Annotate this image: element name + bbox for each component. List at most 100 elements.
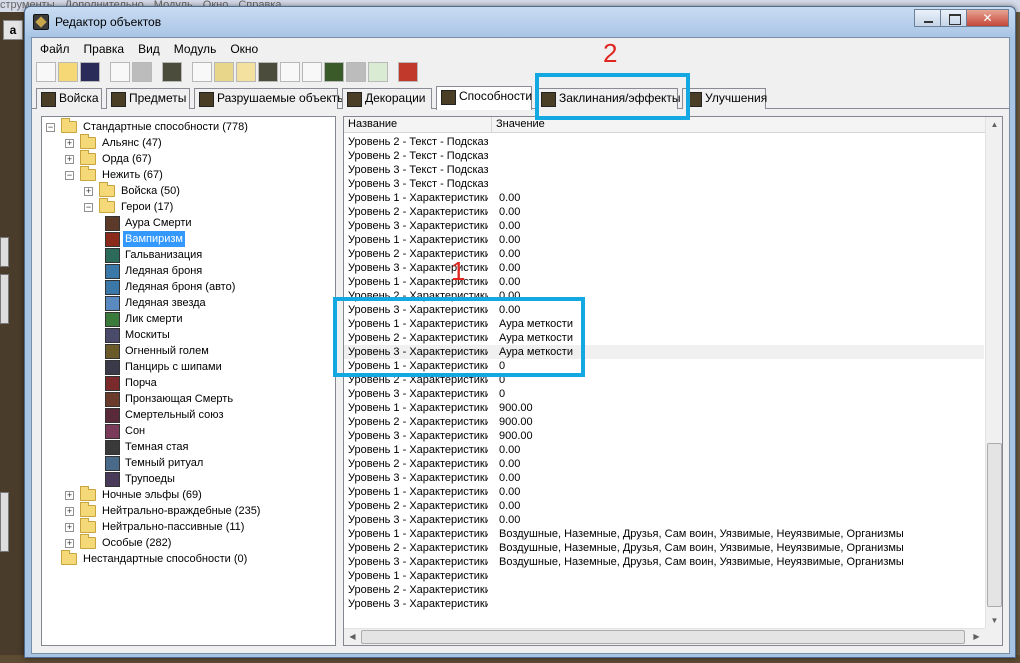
property-row[interactable]: Уровень 1 - Характеристики 0.00 xyxy=(344,485,984,499)
scroll-left-icon[interactable]: ◀ xyxy=(345,629,360,645)
close-button[interactable]: ✕ xyxy=(966,9,1009,27)
property-row[interactable]: Уровень 2 - Текст - Подсказка xyxy=(344,135,984,149)
tab[interactable]: Улучшения xyxy=(682,88,767,109)
tree-item[interactable]: Москиты xyxy=(42,327,332,343)
property-row[interactable]: Уровень 1 - Характеристики xyxy=(344,569,984,583)
tab[interactable]: Предметы xyxy=(106,88,190,109)
new-file-icon[interactable] xyxy=(36,62,56,82)
property-row[interactable]: Уровень 3 - Характеристики Воздушные, Наз… xyxy=(344,555,984,569)
property-row[interactable]: Уровень 2 - Характеристики 0.00 xyxy=(344,499,984,513)
tree-item[interactable]: Вампиризм xyxy=(42,231,332,247)
menu-item[interactable]: Правка xyxy=(76,38,131,58)
tree-item[interactable]: Сон xyxy=(42,423,332,439)
copy-icon[interactable] xyxy=(110,62,130,82)
scroll-right-icon[interactable]: ▶ xyxy=(969,629,984,645)
property-row[interactable]: Уровень 1 - Характеристики 0.00 xyxy=(344,191,984,205)
save-icon[interactable] xyxy=(80,62,100,82)
menu-item[interactable]: Вид xyxy=(130,38,166,58)
property-row[interactable]: Уровень 2 - Характеристики 0.00 xyxy=(344,205,984,219)
expand-icon[interactable]: + xyxy=(65,539,74,548)
property-row[interactable]: Уровень 2 - Характеристики xyxy=(344,583,984,597)
horizontal-scrollbar[interactable]: ◀ ▶ xyxy=(344,628,985,645)
terrain-icon[interactable] xyxy=(162,62,182,82)
collapse-icon[interactable]: − xyxy=(46,123,55,132)
menu-item[interactable]: Модуль xyxy=(166,38,223,58)
property-row[interactable]: Уровень 3 - Характеристики 0.00 xyxy=(344,471,984,485)
object-icon[interactable] xyxy=(346,62,366,82)
tree-item[interactable]: Лик смерти xyxy=(42,311,332,327)
property-row[interactable]: Уровень 3 - Текст - Подсказка xyxy=(344,177,984,191)
tab[interactable]: Декорации xyxy=(342,88,432,109)
expand-icon[interactable]: + xyxy=(84,187,93,196)
property-row[interactable]: Уровень 2 - Характеристики 0.00 xyxy=(344,247,984,261)
tree-item[interactable]: + Альянс (47) xyxy=(42,134,332,151)
collapse-icon[interactable]: − xyxy=(65,171,74,180)
property-row[interactable]: Уровень 2 - Текст - Подсказка xyxy=(344,149,984,163)
ability-tree[interactable]: − Стандартные способности (778) + Альянс (4… xyxy=(41,116,336,646)
title-bar[interactable]: Редактор объектов ✕ xyxy=(25,7,1015,37)
property-row[interactable]: Уровень 1 - Характеристики 0.00 xyxy=(344,233,984,247)
minimize-button[interactable] xyxy=(914,9,941,27)
tree-item[interactable]: Темная стая xyxy=(42,439,332,455)
property-row[interactable]: Уровень 3 - Характеристики 900.00 xyxy=(344,429,984,443)
tree-item[interactable]: − Стандартные способности (778) xyxy=(42,118,332,135)
tab[interactable]: Войска xyxy=(36,88,102,109)
tree-item[interactable]: + Орда (67) xyxy=(42,150,332,167)
expand-icon[interactable]: + xyxy=(65,523,74,532)
property-row[interactable]: Уровень 2 - Характеристики Воздушные, Наз… xyxy=(344,541,984,555)
expand-icon[interactable]: + xyxy=(65,507,74,516)
tree-item[interactable]: − Герои (17) xyxy=(42,198,332,215)
import-icon[interactable] xyxy=(324,62,344,82)
tree-item[interactable]: − Нежить (67) xyxy=(42,166,332,183)
collapse-icon[interactable]: − xyxy=(84,203,93,212)
property-grid[interactable]: Название Значение Уровень 2 - Текст - По… xyxy=(343,116,1003,646)
property-row[interactable]: Уровень 2 - Характеристики 900.00 xyxy=(344,415,984,429)
property-row[interactable]: Уровень 1 - Характеристики 0.00 xyxy=(344,443,984,457)
tree-item[interactable]: + Нейтрально-враждебные (235) xyxy=(42,502,332,519)
tree-item[interactable]: Темный ритуал xyxy=(42,455,332,471)
test-map-icon[interactable] xyxy=(368,62,388,82)
property-row[interactable]: Уровень 3 - Характеристики 0.00 xyxy=(344,219,984,233)
host-button[interactable]: a xyxy=(3,20,23,40)
scroll-up-icon[interactable]: ▲ xyxy=(987,117,1002,133)
maximize-button[interactable] xyxy=(940,9,967,27)
sound-icon[interactable] xyxy=(236,62,256,82)
property-row[interactable]: Уровень 3 - Характеристики xyxy=(344,597,984,611)
vertical-scrollbar[interactable]: ▲ ▼ xyxy=(985,117,1002,629)
tab[interactable]: Разрушаемые объекты xyxy=(194,88,346,109)
scroll-down-icon[interactable]: ▼ xyxy=(987,613,1002,629)
edit-icon[interactable] xyxy=(398,62,418,82)
column-header-name[interactable]: Название xyxy=(344,117,492,133)
tree-item[interactable]: Ледяная звезда xyxy=(42,295,332,311)
keyboard-icon[interactable] xyxy=(280,62,300,82)
open-folder-icon[interactable] xyxy=(58,62,78,82)
property-row[interactable]: Уровень 3 - Характеристики 0.00 xyxy=(344,513,984,527)
expand-icon[interactable]: + xyxy=(65,155,74,164)
tree-item[interactable]: Нестандартные способности (0) xyxy=(42,550,332,567)
paste-icon[interactable] xyxy=(132,62,152,82)
property-row[interactable]: Уровень 1 - Характеристики Воздушные, Наз… xyxy=(344,527,984,541)
text-a-icon[interactable] xyxy=(214,62,234,82)
tree-item[interactable]: Ледяная броня (авто) xyxy=(42,279,332,295)
tab[interactable]: Способности xyxy=(436,86,532,110)
menu-item[interactable]: Файл xyxy=(32,38,76,58)
expand-icon[interactable]: + xyxy=(65,139,74,148)
tree-item[interactable]: + Особые (282) xyxy=(42,534,332,551)
property-row[interactable]: Уровень 2 - Характеристики 0.00 xyxy=(344,457,984,471)
film-icon[interactable] xyxy=(302,62,322,82)
expand-icon[interactable]: + xyxy=(65,491,74,500)
tree-item[interactable]: + Нейтрально-пассивные (11) xyxy=(42,518,332,535)
vertical-scroll-thumb[interactable] xyxy=(987,443,1002,607)
tree-item[interactable]: Панцирь с шипами xyxy=(42,359,332,375)
property-row[interactable]: Уровень 3 - Характеристики 0.00 xyxy=(344,261,984,275)
tree-item[interactable]: Порча xyxy=(42,375,332,391)
tree-item[interactable]: + Ночные эльфы (69) xyxy=(42,486,332,503)
tree-item[interactable]: Смертельный союз xyxy=(42,407,332,423)
menu-item[interactable]: Окно xyxy=(222,38,264,58)
property-row[interactable]: Уровень 3 - Характеристики 0 xyxy=(344,387,984,401)
tree-item[interactable]: Аура Смерти xyxy=(42,215,332,231)
unit-icon[interactable] xyxy=(258,62,278,82)
tree-item[interactable]: Пронзающая Смерть xyxy=(42,391,332,407)
horizontal-scroll-thumb[interactable] xyxy=(361,630,965,644)
property-row[interactable]: Уровень 1 - Характеристики 900.00 xyxy=(344,401,984,415)
